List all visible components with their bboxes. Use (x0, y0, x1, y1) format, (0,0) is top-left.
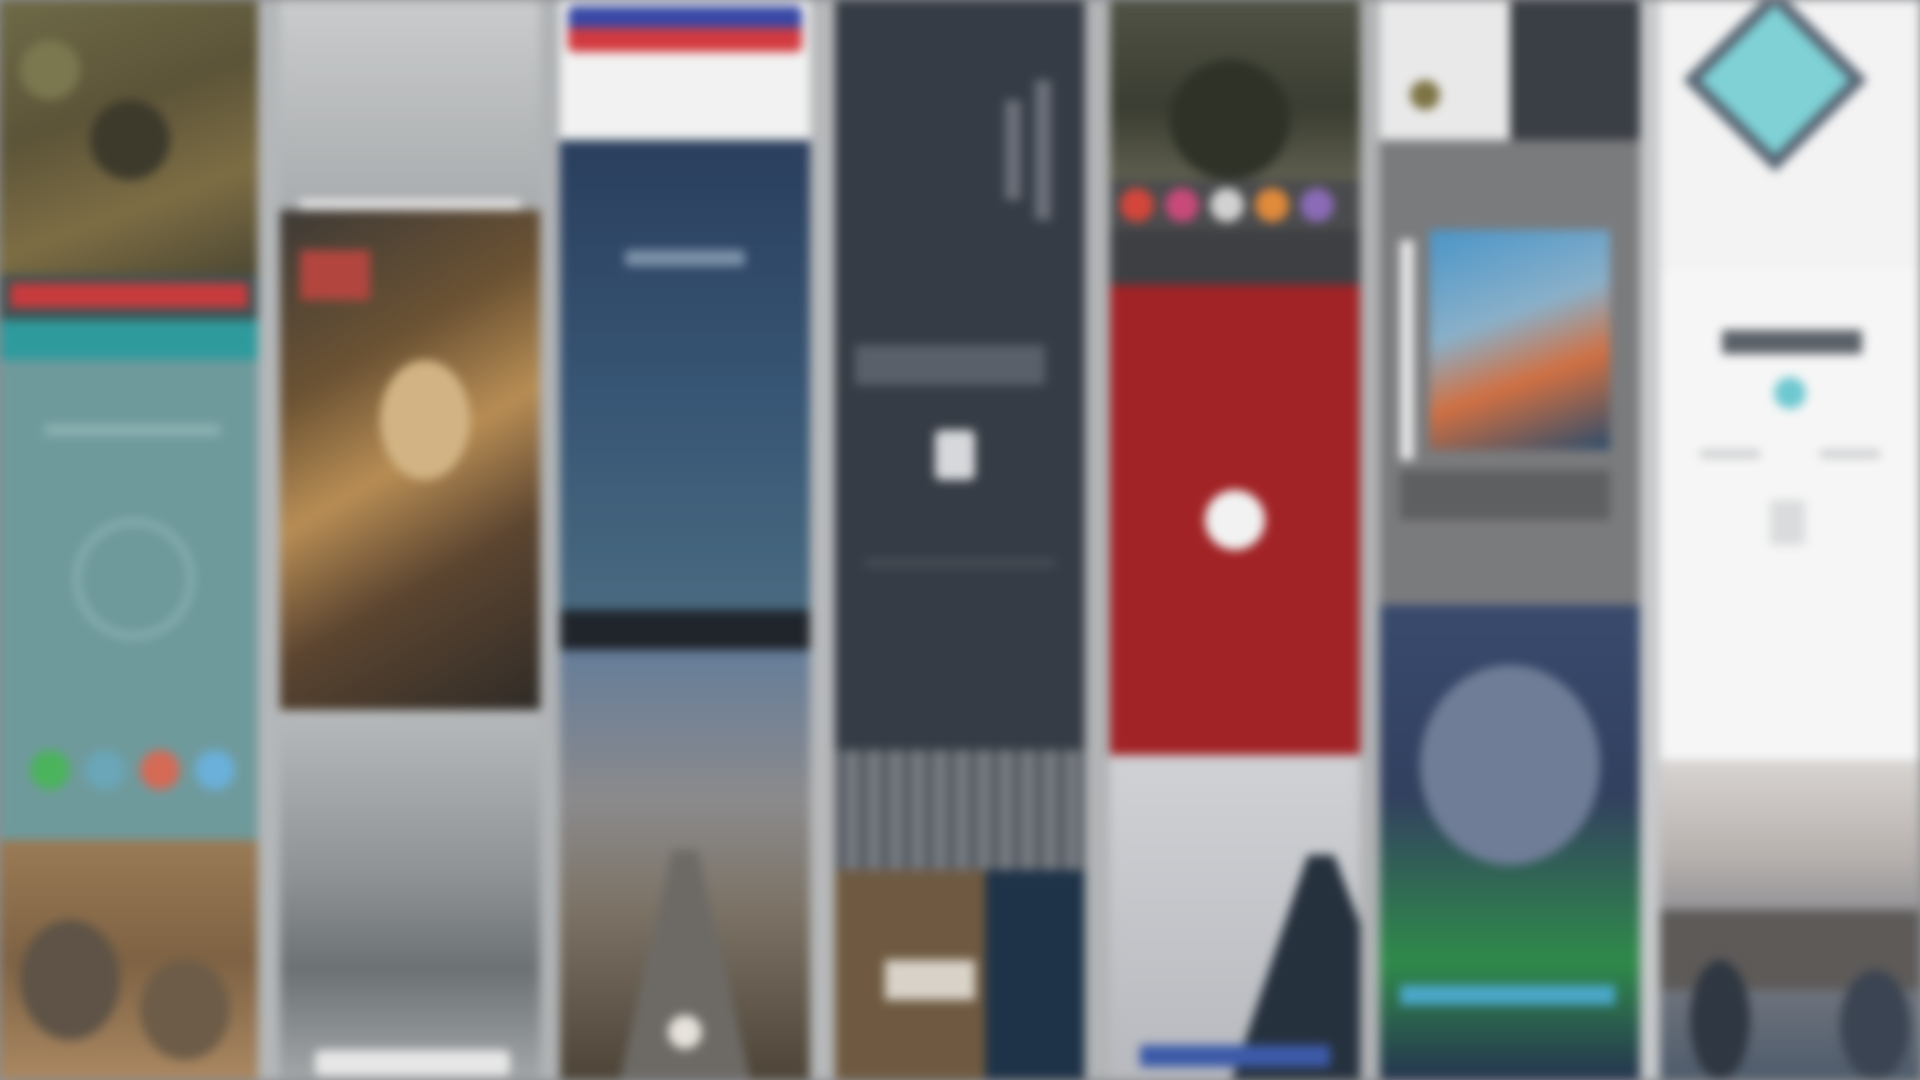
red-banner-tile (0, 275, 258, 320)
dark-grid-screen (835, 750, 1085, 870)
lock-icon (935, 430, 975, 480)
blue-gradient-screen (560, 140, 810, 650)
dark-stats-screen (835, 0, 1085, 750)
light-app-screen (1660, 270, 1920, 760)
camera-photo-tile (1380, 0, 1640, 140)
grey-silhouette-tile (1110, 755, 1360, 1080)
play-icon[interactable] (668, 1015, 702, 1049)
green-button[interactable] (30, 750, 70, 790)
flag-shape (300, 250, 370, 300)
app-heading (1722, 330, 1862, 354)
tree-photo-tile (1110, 0, 1360, 180)
color-dots-strip (1110, 180, 1360, 230)
liberty-painting-tile (280, 210, 540, 710)
flag-header-tile (560, 0, 810, 140)
teal-call-screen (0, 360, 258, 840)
column-4 (835, 0, 1085, 1080)
painting-crowd-tile (0, 0, 258, 275)
bottom-bar[interactable] (315, 1050, 510, 1076)
red-banner-bar (10, 283, 248, 308)
red-button[interactable] (140, 750, 180, 790)
pier-sunset-tile (560, 650, 810, 1080)
blue-button[interactable] (195, 750, 235, 790)
desert-rocks-tile (0, 840, 258, 1080)
stats-row (855, 345, 1045, 385)
teal-button[interactable] (85, 750, 125, 790)
ui-collage (0, 0, 1920, 1080)
diamond-logo-tile (1660, 0, 1920, 270)
screen-title (625, 250, 745, 266)
action-bar[interactable] (1140, 1045, 1330, 1067)
astronaut-photo-tile (1380, 605, 1640, 1080)
dark-strip (1110, 230, 1360, 285)
column-3 (560, 0, 810, 1080)
photo-gallery-card (1380, 140, 1640, 605)
phone-icon (75, 520, 193, 638)
foggy-mountains-tile (280, 710, 540, 1080)
teal-bar-tile (0, 320, 258, 360)
grey-sky-tile (280, 0, 540, 210)
red-play-screen (1110, 285, 1360, 755)
cityscape-photo-tile (1660, 760, 1920, 1080)
column-6 (1380, 0, 1640, 1080)
teal-dot[interactable] (1774, 377, 1806, 409)
column-2 (280, 0, 540, 1080)
document-icon (1770, 500, 1805, 545)
column-1 (0, 0, 258, 1080)
column-5 (1110, 0, 1360, 1080)
column-7 (1660, 0, 1920, 1080)
gallery-image[interactable] (1430, 230, 1610, 450)
title-line (45, 425, 220, 435)
play-icon[interactable] (1205, 490, 1265, 550)
door-photo-tile (835, 870, 1085, 1080)
